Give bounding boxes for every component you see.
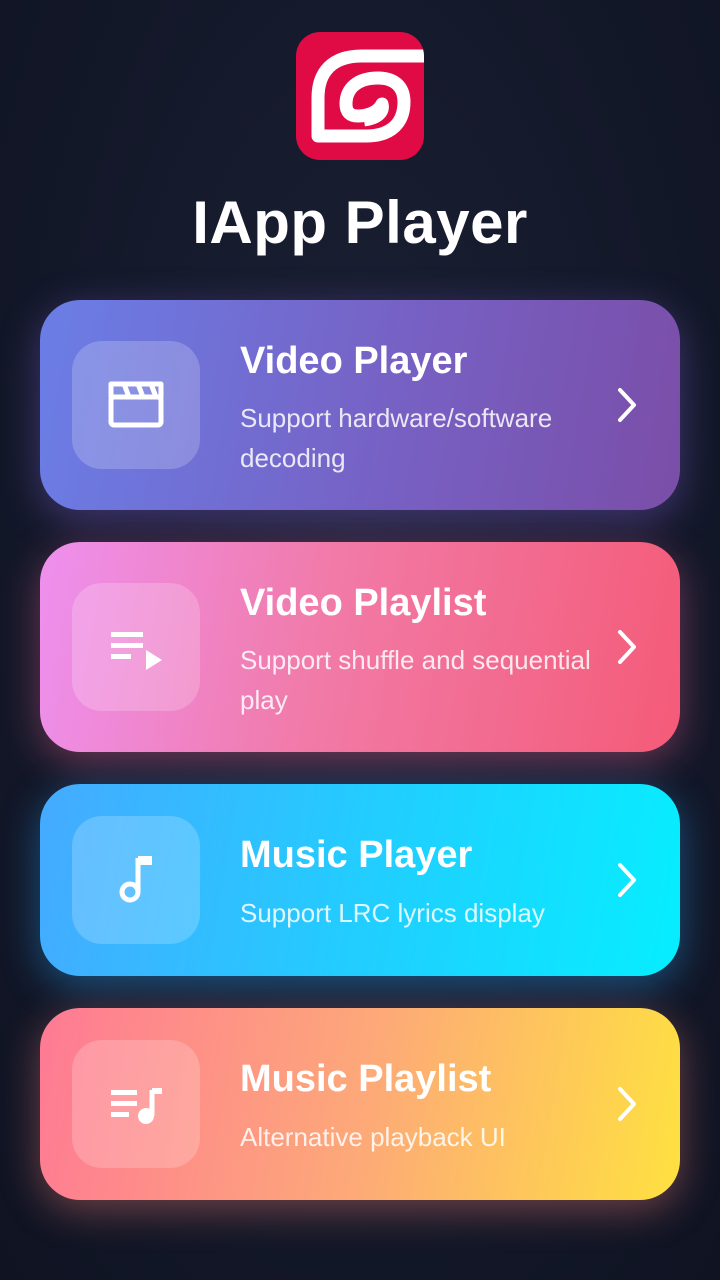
video-player-card[interactable]: Video Player Support hardware/software d… (40, 300, 680, 510)
video-player-title: Video Player (240, 340, 468, 382)
chevron-right-icon (614, 860, 642, 900)
chevron-right-icon (614, 385, 642, 425)
app-title: IApp Player (192, 189, 528, 256)
video-player-description: Support hardware/software decoding (240, 403, 553, 473)
music-playlist-icon (111, 1088, 162, 1124)
music-player-description: Support LRC lyrics display (240, 898, 545, 928)
video-playlist-description: Support shuffle and sequential play (240, 645, 591, 715)
music-note-icon (119, 856, 152, 903)
music-playlist-icon-box (72, 1040, 200, 1168)
music-player-icon-box (72, 816, 200, 944)
music-player-card[interactable]: Music Player Support LRC lyrics display (40, 784, 680, 976)
music-playlist-title: Music Playlist (240, 1058, 492, 1100)
clapperboard-icon (108, 381, 164, 428)
video-playlist-card[interactable]: Video Playlist Support shuffle and seque… (40, 542, 680, 752)
spiral-logo-icon (311, 49, 424, 143)
app-logo (296, 32, 424, 160)
video-player-icon-box (72, 341, 200, 469)
video-playlist-icon-box (72, 583, 200, 711)
music-playlist-description: Alternative playback UI (240, 1122, 506, 1152)
chevron-right-icon (614, 627, 642, 667)
chevron-right-icon (614, 1084, 642, 1124)
music-playlist-card[interactable]: Music Playlist Alternative playback UI (40, 1008, 680, 1200)
playlist-play-icon (111, 632, 162, 670)
music-player-title: Music Player (240, 834, 473, 876)
video-playlist-title: Video Playlist (240, 582, 487, 624)
